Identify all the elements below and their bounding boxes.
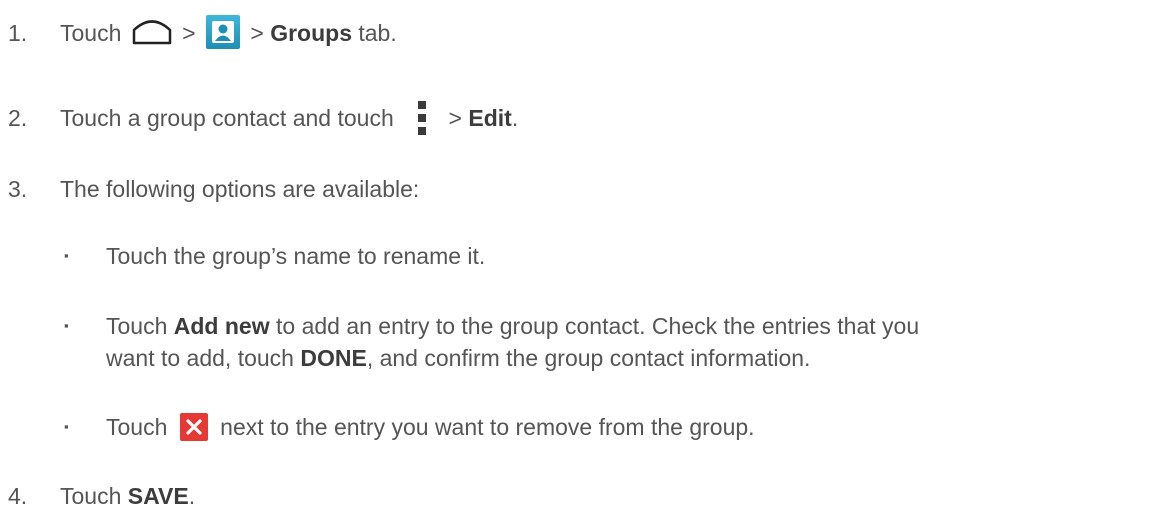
contacts-icon: [205, 15, 240, 49]
bullet: ▪: [64, 419, 69, 434]
step-text: Touch SAVE.: [60, 483, 196, 509]
home-icon: [132, 17, 172, 45]
option-text: Touch next to the entry you want to remo…: [106, 412, 755, 441]
bullet: ▪: [64, 318, 69, 333]
step-number: 3.: [8, 176, 28, 202]
step-number: 1.: [8, 20, 28, 46]
step-number: 4.: [8, 483, 28, 509]
step-text: Touch > > Groups tab.: [60, 15, 397, 52]
option-text: Touch the group’s name to rename it.: [106, 243, 486, 269]
overflow-menu-icon: [418, 101, 428, 135]
step-text: Touch a group contact and touch > Edit.: [60, 101, 518, 137]
step-text: The following options are available:: [60, 176, 420, 202]
bullet: ▪: [64, 248, 69, 263]
close-icon: [179, 412, 208, 441]
option-text-line-2: want to add, touch DONE, and confirm the…: [106, 345, 811, 371]
step-number: 2.: [8, 105, 28, 131]
option-text-line-1: Touch Add new to add an entry to the gro…: [106, 313, 920, 339]
